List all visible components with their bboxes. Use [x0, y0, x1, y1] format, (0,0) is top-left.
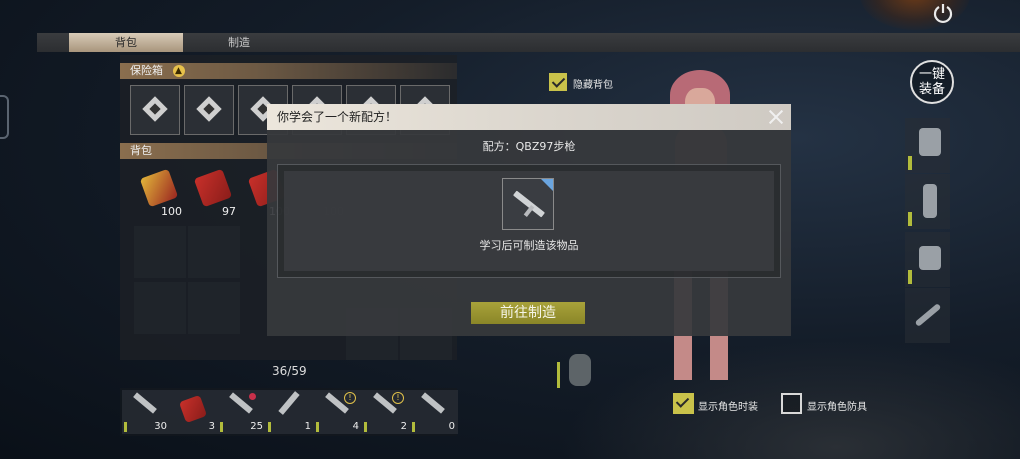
- recipe-description: 学习后可制造该物品: [479, 239, 579, 252]
- power-icon[interactable]: [932, 2, 954, 24]
- safe-slot[interactable]: [184, 85, 234, 135]
- equip-slot-top[interactable]: [905, 118, 950, 173]
- dialog-title: 你学会了一个新配方！: [267, 104, 791, 130]
- blade-icon: [914, 303, 942, 327]
- weapon-icon: [421, 392, 445, 414]
- one-key-line1: 一键: [918, 67, 945, 82]
- item-count: 97: [222, 205, 236, 218]
- quick-slot[interactable]: 25: [218, 390, 266, 434]
- slot-count: 3: [208, 421, 215, 432]
- slot-count: 2: [400, 421, 407, 432]
- tab-bar: 背包 制造: [37, 33, 1020, 52]
- show-fashion-label: 显示角色时装: [698, 402, 758, 413]
- tab-craft[interactable]: 制造: [212, 33, 266, 52]
- safe-box-header: 保险箱 ▲: [120, 63, 457, 79]
- safe-box-title: 保险箱: [130, 64, 163, 77]
- hide-bag-label: 隐藏背包: [573, 80, 613, 91]
- rarity-corner-icon: [541, 179, 553, 191]
- backpack-item[interactable]: 100: [134, 165, 186, 220]
- knife-icon: [278, 391, 300, 415]
- equip-slot-vest[interactable]: [905, 232, 950, 287]
- quick-slot[interactable]: ! 2: [362, 390, 410, 434]
- close-icon[interactable]: [767, 108, 785, 126]
- empty-slot[interactable]: [188, 282, 240, 334]
- medkit-icon: [178, 394, 208, 424]
- show-armor-label: 显示角色防具: [807, 402, 867, 413]
- show-fashion-checkbox[interactable]: [673, 393, 694, 414]
- collapse-up-icon[interactable]: ▲: [172, 65, 185, 77]
- tab-backpack[interactable]: 背包: [69, 33, 183, 52]
- empty-slot[interactable]: [134, 226, 186, 278]
- backpack-item[interactable]: 97: [188, 165, 240, 220]
- backpack-title: 背包: [130, 144, 152, 157]
- empty-slot[interactable]: [188, 226, 240, 278]
- one-key-equip-button[interactable]: 一键 装备: [910, 60, 954, 104]
- jacket-icon: [919, 128, 941, 156]
- recipe-item-slot[interactable]: [502, 178, 554, 230]
- recipe-name: 配方：QBZ97步枪: [482, 140, 576, 153]
- quick-slot[interactable]: 1: [266, 390, 314, 434]
- go-craft-button[interactable]: 前往制造: [471, 302, 585, 324]
- firework-item-icon: [139, 168, 179, 208]
- quick-slot[interactable]: 0: [410, 390, 458, 434]
- warning-icon: !: [344, 392, 356, 404]
- one-key-line2: 装备: [918, 82, 945, 97]
- hide-bag-checkbox[interactable]: [549, 73, 567, 91]
- quick-slot[interactable]: ! 4: [314, 390, 362, 434]
- vest-icon: [919, 246, 941, 270]
- side-drawer-handle[interactable]: [0, 95, 9, 139]
- equip-slot-pants[interactable]: [905, 174, 950, 229]
- new-recipe-dialog: 你学会了一个新配方！ 配方：QBZ97步枪 学习后可制造该物品 前往制造: [267, 104, 791, 336]
- warning-icon: !: [392, 392, 404, 404]
- new-badge-icon: [249, 393, 256, 400]
- quick-slot[interactable]: 30: [122, 390, 170, 434]
- pants-icon: [923, 184, 937, 218]
- slot-count: 30: [154, 421, 167, 432]
- safe-slot[interactable]: [130, 85, 180, 135]
- slot-count: 0: [448, 421, 455, 432]
- slot-count: 1: [304, 421, 311, 432]
- show-armor-checkbox[interactable]: [781, 393, 802, 414]
- quick-slot[interactable]: 3: [170, 390, 218, 434]
- weapon-icon: [133, 392, 157, 414]
- small-character-icon[interactable]: [555, 350, 600, 392]
- empty-slot[interactable]: [134, 282, 186, 334]
- equip-slot-melee[interactable]: [905, 288, 950, 343]
- backpack-capacity: 36/59: [272, 364, 307, 378]
- slot-count: 4: [352, 421, 359, 432]
- slot-count: 25: [250, 421, 263, 432]
- item-count: 100: [161, 205, 182, 218]
- supply-crate-icon: [193, 168, 233, 208]
